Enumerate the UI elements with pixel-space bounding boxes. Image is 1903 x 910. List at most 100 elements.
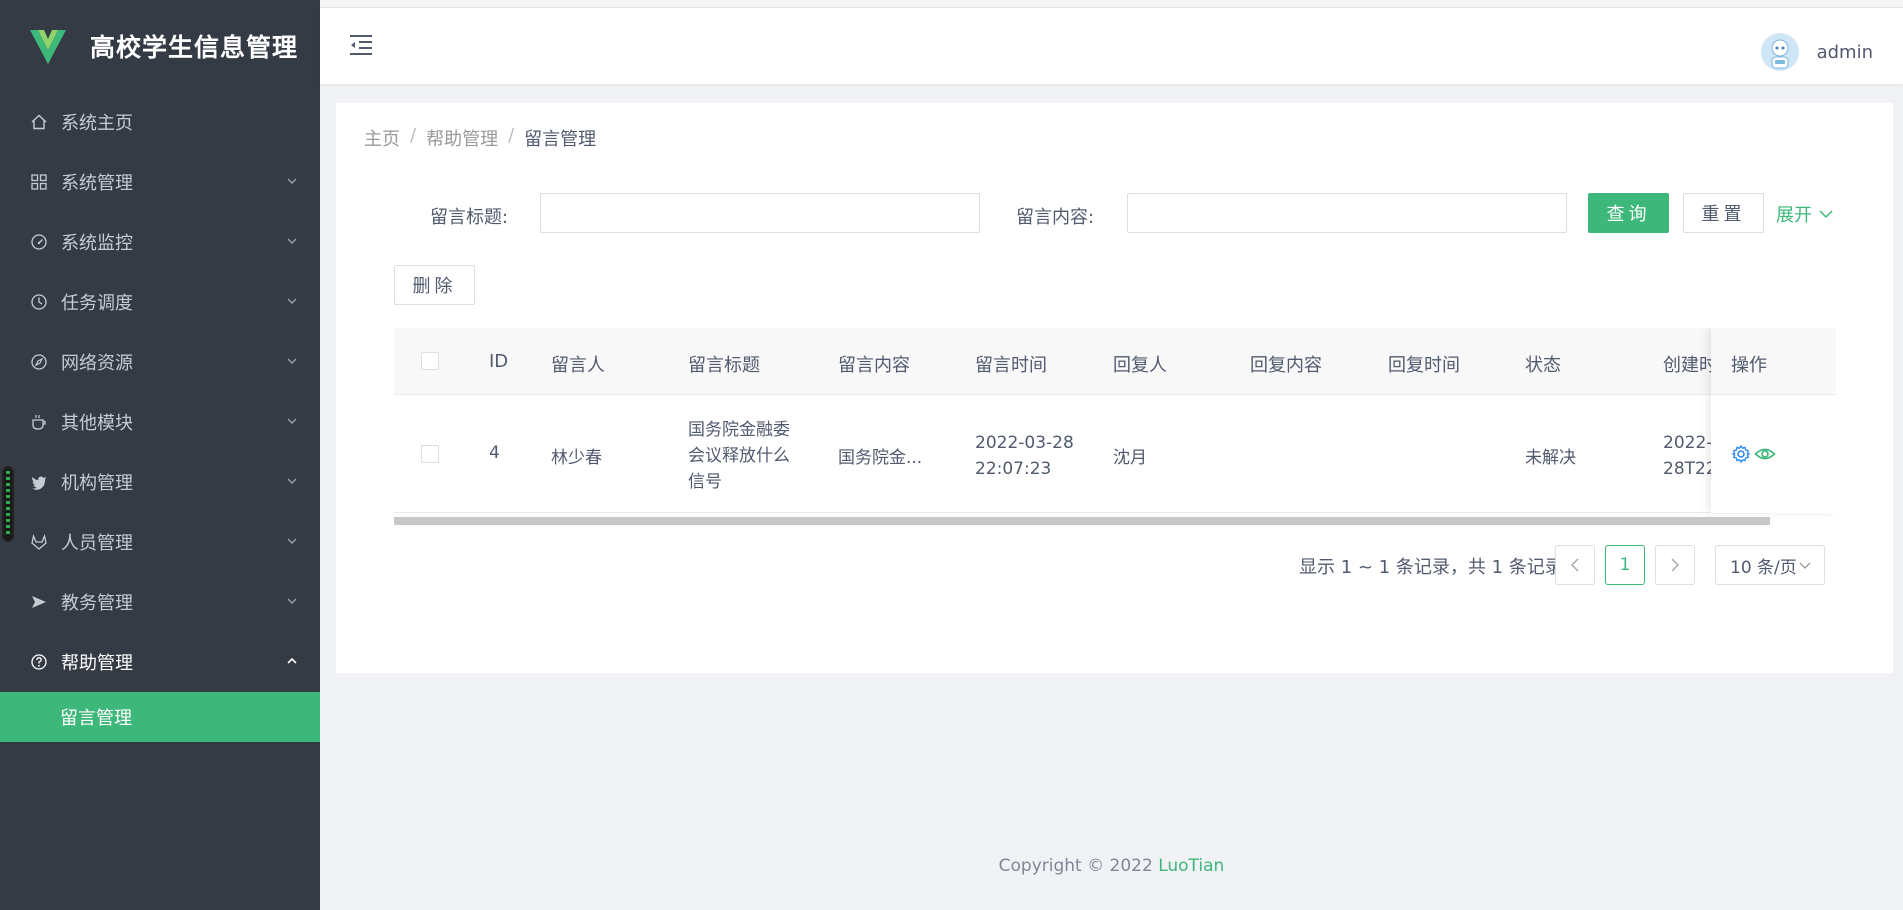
column-header-title[interactable]: 留言标题 (688, 351, 760, 377)
title-filter-input[interactable] (540, 193, 980, 233)
cell-time-date: 2022-03-28 (975, 433, 1074, 453)
menu-fold-icon[interactable] (348, 34, 374, 56)
sidebar-item-academic[interactable]: 教务管理 (0, 572, 320, 632)
page-size-select[interactable]: 10 条/页 (1715, 545, 1825, 585)
cell-status: 未解决 (1525, 448, 1576, 468)
dashboard-icon (29, 232, 49, 252)
sidebar-item-label: 其他模块 (61, 413, 133, 434)
column-header-id[interactable]: ID (489, 351, 508, 372)
avatar-robot-icon (1760, 33, 1799, 71)
select-all-checkbox[interactable] (421, 352, 439, 370)
cell-content: 国务院金... (838, 448, 923, 468)
breadcrumb-home[interactable]: 主页 (364, 125, 400, 151)
sidebar-item-system[interactable]: 系统管理 (0, 152, 320, 212)
settings-gear-icon[interactable] (1731, 444, 1751, 464)
column-header-created[interactable]: 创建时 (1663, 351, 1717, 377)
chevron-left-icon (1570, 558, 1579, 572)
table-row[interactable]: 4 林少春 国务院金融委 会议释放什么 信号 国务院金... 2022-03-2… (394, 395, 1836, 513)
query-button[interactable]: 查询 (1588, 193, 1669, 233)
sidebar-item-home[interactable]: 系统主页 (0, 92, 320, 152)
sidebar-subitem-message-management[interactable]: 留言管理 (0, 692, 320, 742)
sidebar-scroll-indicator[interactable] (2, 466, 14, 542)
header: admin (320, 8, 1903, 84)
column-header-reply-content[interactable]: 回复内容 (1250, 351, 1322, 377)
twitter-icon (29, 472, 49, 492)
gitlab-icon (29, 532, 49, 552)
footer: Copyright © 2022 LuoTian (320, 856, 1903, 876)
sidebar-subitem-label: 留言管理 (60, 708, 132, 729)
sidebar-item-other[interactable]: 其他模块 (0, 392, 320, 452)
chevron-down-icon (287, 478, 297, 484)
chevron-down-icon (1819, 210, 1833, 219)
question-circle-icon (29, 652, 49, 672)
top-border (320, 0, 1903, 8)
column-header-content[interactable]: 留言内容 (838, 351, 910, 377)
column-header-replier[interactable]: 回复人 (1113, 351, 1167, 377)
column-header-time[interactable]: 留言时间 (975, 351, 1047, 377)
sidebar-item-network[interactable]: 网络资源 (0, 332, 320, 392)
message-table: ID 留言人 留言标题 留言内容 留言时间 回复人 回复内容 回复时间 状态 创… (394, 328, 1836, 521)
cell-title-line: 国务院金融委 (688, 420, 790, 440)
sidebar-item-personnel[interactable]: 人员管理 (0, 512, 320, 572)
chevron-down-icon (287, 178, 297, 184)
sidebar-item-label: 网络资源 (61, 353, 133, 374)
next-page-button[interactable] (1655, 545, 1695, 585)
breadcrumb-separator: / (410, 125, 417, 146)
table-horizontal-scrollbar[interactable] (394, 517, 1770, 525)
chevron-down-icon (287, 238, 297, 244)
row-checkbox[interactable] (421, 445, 439, 463)
cell-replier: 沈月 (1113, 448, 1147, 468)
title-filter-label: 留言标题: (430, 207, 509, 228)
clock-icon (29, 292, 49, 312)
chevron-down-icon (287, 298, 297, 304)
app-title: 高校学生信息管理 (90, 33, 299, 62)
column-header-reply-time[interactable]: 回复时间 (1388, 351, 1460, 377)
cell-time: 2022-03-28 22:07:23 (975, 430, 1074, 482)
reset-button[interactable]: 重置 (1683, 193, 1764, 233)
prev-page-button[interactable] (1555, 545, 1595, 585)
footer-brand-link[interactable]: LuoTian (1158, 856, 1224, 876)
fixed-action-column: 操作 (1711, 328, 1836, 513)
chevron-down-icon (287, 598, 297, 604)
breadcrumb: 主页 / 帮助管理 / 留言管理 (364, 125, 596, 151)
chevron-right-icon (1671, 558, 1680, 572)
column-header-author[interactable]: 留言人 (551, 351, 605, 377)
user-menu[interactable]: admin (1760, 33, 1873, 71)
expand-toggle[interactable]: 展开 (1776, 201, 1834, 227)
logo[interactable]: 高校学生信息管理 (0, 0, 320, 92)
content-card: 主页 / 帮助管理 / 留言管理 留言标题: 留言内容: 查询 重置 展开 删除… (336, 103, 1893, 673)
action-column-header: 操作 (1711, 328, 1836, 395)
sidebar: 高校学生信息管理 系统主页 系统管理 系统监控 任务调度 网络资源 其他模块 机… (0, 0, 320, 910)
sidebar-item-organization[interactable]: 机构管理 (0, 452, 320, 512)
expand-label: 展开 (1776, 205, 1812, 226)
page-number-button[interactable]: 1 (1605, 545, 1645, 585)
compass-icon (29, 352, 49, 372)
chevron-down-icon (287, 538, 297, 544)
chevron-down-icon (1799, 562, 1811, 569)
sidebar-item-label: 系统监控 (61, 233, 133, 254)
breadcrumb-help[interactable]: 帮助管理 (426, 125, 498, 151)
cup-icon (29, 412, 49, 432)
table-header: ID 留言人 留言标题 留言内容 留言时间 回复人 回复内容 回复时间 状态 创… (394, 328, 1836, 395)
column-header-status[interactable]: 状态 (1525, 351, 1561, 377)
sidebar-item-label: 帮助管理 (61, 653, 133, 674)
cell-title-line: 会议释放什么 (688, 446, 790, 466)
cell-title: 国务院金融委 会议释放什么 信号 (688, 417, 790, 495)
chevron-up-icon (287, 657, 297, 664)
cell-time-clock: 22:07:23 (975, 459, 1052, 479)
view-eye-icon[interactable] (1754, 444, 1776, 464)
cell-author: 林少春 (551, 448, 602, 468)
sidebar-item-help[interactable]: 帮助管理 (0, 632, 320, 692)
paper-plane-icon (29, 592, 49, 612)
sidebar-item-monitor[interactable]: 系统监控 (0, 212, 320, 272)
sidebar-item-schedule[interactable]: 任务调度 (0, 272, 320, 332)
footer-copyright: Copyright © 2022 (998, 856, 1153, 876)
delete-button[interactable]: 删除 (394, 265, 475, 305)
column-header-actions: 操作 (1731, 355, 1767, 376)
content-filter-input[interactable] (1127, 193, 1567, 233)
page-size-value: 10 条/页 (1730, 557, 1797, 578)
grid-icon (29, 172, 49, 192)
chevron-down-icon (287, 418, 297, 424)
pagination-total: 显示 1 ~ 1 条记录，共 1 条记录 (1299, 557, 1563, 578)
sidebar-item-label: 任务调度 (61, 293, 133, 314)
